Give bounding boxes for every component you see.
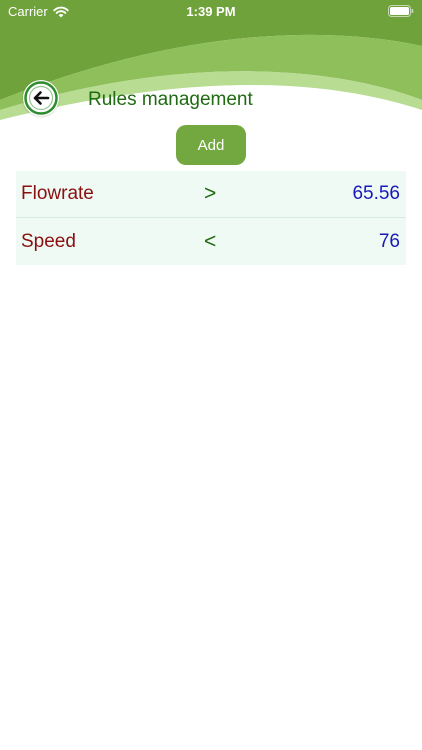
rule-operator: >: [204, 182, 217, 205]
arrow-left-circle-icon: [24, 81, 58, 115]
rule-operator: <: [204, 229, 217, 253]
battery-icon: [388, 5, 414, 17]
rule-row[interactable]: Speed < 76: [16, 218, 406, 265]
rule-name: Flowrate: [21, 183, 94, 204]
rule-row[interactable]: Flowrate > 65.56: [16, 171, 406, 218]
status-time: 1:39 PM: [186, 4, 236, 19]
back-button[interactable]: [23, 80, 59, 116]
rule-value: 65.56: [352, 183, 400, 204]
rule-name: Speed: [21, 230, 76, 252]
rules-list: Flowrate > 65.56 Speed < 76: [16, 171, 406, 265]
rule-value: 76: [378, 230, 400, 252]
app-screen: Carrier 1:39 PM Rules management Add Flo…: [0, 0, 422, 750]
page-title: Rules management: [88, 89, 253, 110]
status-bar: Carrier 1:39 PM: [0, 0, 422, 24]
add-rule-button[interactable]: Add: [176, 125, 246, 165]
